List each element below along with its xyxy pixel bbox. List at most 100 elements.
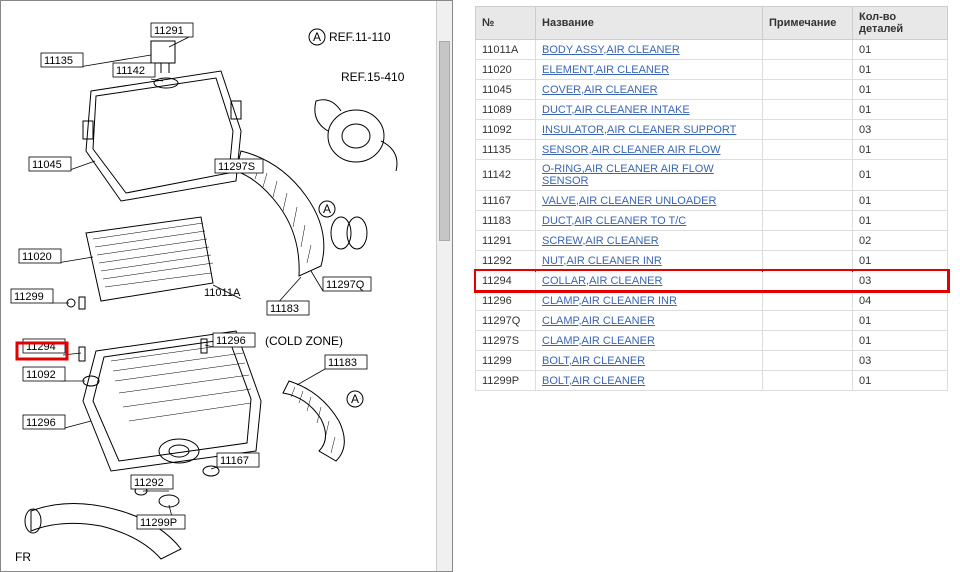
part-name-cell: SCREW,AIR CLEANER (536, 231, 763, 251)
part-link[interactable]: DUCT,AIR CLEANER TO T/C (542, 215, 686, 227)
part-number-cell: 11011A (476, 40, 536, 60)
col-header-note: Примечание (763, 7, 853, 40)
part-link[interactable]: NUT,AIR CLEANER INR (542, 255, 662, 267)
part-number-cell: 11291 (476, 231, 536, 251)
part-note-cell (763, 191, 853, 211)
parts-table-pane: № Название Примечание Кол-во деталей 110… (453, 0, 960, 572)
ref-a-label: A (313, 30, 321, 44)
part-note-cell (763, 60, 853, 80)
part-note-cell (763, 120, 853, 140)
part-qty-cell: 03 (853, 271, 948, 291)
part-note-cell (763, 271, 853, 291)
callout-label: 11142 (116, 65, 145, 77)
table-row: 11020ELEMENT,AIR CLEANER01 (476, 60, 948, 80)
part-name-cell: DUCT,AIR CLEANER TO T/C (536, 211, 763, 231)
part-name-cell: CLAMP,AIR CLEANER (536, 331, 763, 351)
part-name-cell: SENSOR,AIR CLEANER AIR FLOW (536, 140, 763, 160)
callout-label: 11183 (270, 303, 299, 315)
part-link[interactable]: SCREW,AIR CLEANER (542, 235, 659, 247)
table-row: 11089DUCT,AIR CLEANER INTAKE01 (476, 100, 948, 120)
part-name-cell: COLLAR,AIR CLEANER (536, 271, 763, 291)
table-row: 11296CLAMP,AIR CLEANER INR04 (476, 291, 948, 311)
table-row: 11294COLLAR,AIR CLEANER03 (476, 271, 948, 291)
part-qty-cell: 01 (853, 371, 948, 391)
part-link[interactable]: CLAMP,AIR CLEANER (542, 315, 655, 327)
part-link[interactable]: BOLT,AIR CLEANER (542, 355, 645, 367)
part-number-cell: 11297Q (476, 311, 536, 331)
callout-label: 11291 (154, 25, 184, 37)
callout-label: 11011A (204, 287, 241, 299)
part-qty-cell: 01 (853, 100, 948, 120)
part-link[interactable]: COLLAR,AIR CLEANER (542, 275, 662, 287)
scrollbar-vertical[interactable] (436, 1, 452, 571)
table-row: 11299BOLT,AIR CLEANER03 (476, 351, 948, 371)
part-number-cell: 11299 (476, 351, 536, 371)
table-row: 11291 SCREW,AIR CLEANER 02 (476, 231, 948, 251)
part-note-cell (763, 351, 853, 371)
part-name-cell: VALVE,AIR CLEANER UNLOADER (536, 191, 763, 211)
part-number-cell: 11092 (476, 120, 536, 140)
part-qty-cell: 02 (853, 231, 948, 251)
part-qty-cell: 01 (853, 251, 948, 271)
table-row: 11297SCLAMP,AIR CLEANER01 (476, 331, 948, 351)
callout-label: 11020 (22, 251, 52, 263)
part-link[interactable]: DUCT,AIR CLEANER INTAKE (542, 104, 690, 116)
scrollbar-thumb[interactable] (439, 41, 450, 241)
part-name-cell: CLAMP,AIR CLEANER (536, 311, 763, 331)
part-name-cell: BOLT,AIR CLEANER (536, 371, 763, 391)
callout-label: 11092 (26, 369, 56, 381)
table-row: 11183DUCT,AIR CLEANER TO T/C01 (476, 211, 948, 231)
table-row: 11167VALVE,AIR CLEANER UNLOADER01 (476, 191, 948, 211)
part-link[interactable]: CLAMP,AIR CLEANER (542, 335, 655, 347)
part-note-cell (763, 160, 853, 191)
part-note-cell (763, 231, 853, 251)
part-number-cell: 11045 (476, 80, 536, 100)
table-row: 11092INSULATOR,AIR CLEANER SUPPORT03 (476, 120, 948, 140)
part-link[interactable]: BOLT,AIR CLEANER (542, 375, 645, 387)
part-link[interactable]: CLAMP,AIR CLEANER INR (542, 295, 677, 307)
part-number-cell: 11292 (476, 251, 536, 271)
diagram-pane: A REF.11-110 REF.15-410 A (0, 0, 453, 572)
part-name-cell: CLAMP,AIR CLEANER INR (536, 291, 763, 311)
part-note-cell (763, 40, 853, 60)
callout-label: 11167 (220, 455, 249, 467)
table-row: 11045 COVER,AIR CLEANER 01 (476, 80, 948, 100)
part-name-cell: ELEMENT,AIR CLEANER (536, 60, 763, 80)
part-qty-cell: 01 (853, 140, 948, 160)
part-qty-cell: 01 (853, 80, 948, 100)
part-name-cell: BODY ASSY,AIR CLEANER (536, 40, 763, 60)
part-note-cell (763, 80, 853, 100)
part-note-cell (763, 251, 853, 271)
part-number-cell: 11183 (476, 211, 536, 231)
part-name-cell: DUCT,AIR CLEANER INTAKE (536, 100, 763, 120)
table-row: 11142O-RING,AIR CLEANER AIR FLOW SENSOR 0… (476, 160, 948, 191)
part-note-cell (763, 211, 853, 231)
svg-text:A: A (323, 202, 331, 216)
part-link[interactable]: COVER,AIR CLEANER (542, 84, 658, 96)
callout-label: 11296 (26, 417, 56, 429)
table-row: 11299PBOLT,AIR CLEANER01 (476, 371, 948, 391)
part-qty-cell: 01 (853, 60, 948, 80)
part-link[interactable]: INSULATOR,AIR CLEANER SUPPORT (542, 124, 736, 136)
part-qty-cell: 01 (853, 160, 948, 191)
part-link[interactable]: BODY ASSY,AIR CLEANER (542, 44, 680, 56)
part-link[interactable]: VALVE,AIR CLEANER UNLOADER (542, 195, 716, 207)
col-header-num: № (476, 7, 536, 40)
part-link[interactable]: O-RING,AIR CLEANER AIR FLOW SENSOR (542, 163, 714, 187)
part-name-cell: COVER,AIR CLEANER (536, 80, 763, 100)
part-link[interactable]: ELEMENT,AIR CLEANER (542, 64, 669, 76)
callout-label: 11045 (32, 159, 62, 171)
part-qty-cell: 01 (853, 40, 948, 60)
cold-zone-label: (COLD ZONE) (265, 334, 343, 348)
fr-label: FR (15, 550, 31, 564)
part-note-cell (763, 311, 853, 331)
part-link[interactable]: SENSOR,AIR CLEANER AIR FLOW (542, 144, 720, 156)
part-note-cell (763, 291, 853, 311)
part-name-cell: NUT,AIR CLEANER INR (536, 251, 763, 271)
callout-label: 11299P (140, 517, 177, 529)
callout-label: 11296 (216, 335, 246, 347)
callout-label: 11297Q (326, 279, 365, 291)
callout-label: 11135 (44, 55, 73, 67)
part-number-cell: 11142 (476, 160, 536, 191)
table-row: 11135SENSOR,AIR CLEANER AIR FLOW01 (476, 140, 948, 160)
